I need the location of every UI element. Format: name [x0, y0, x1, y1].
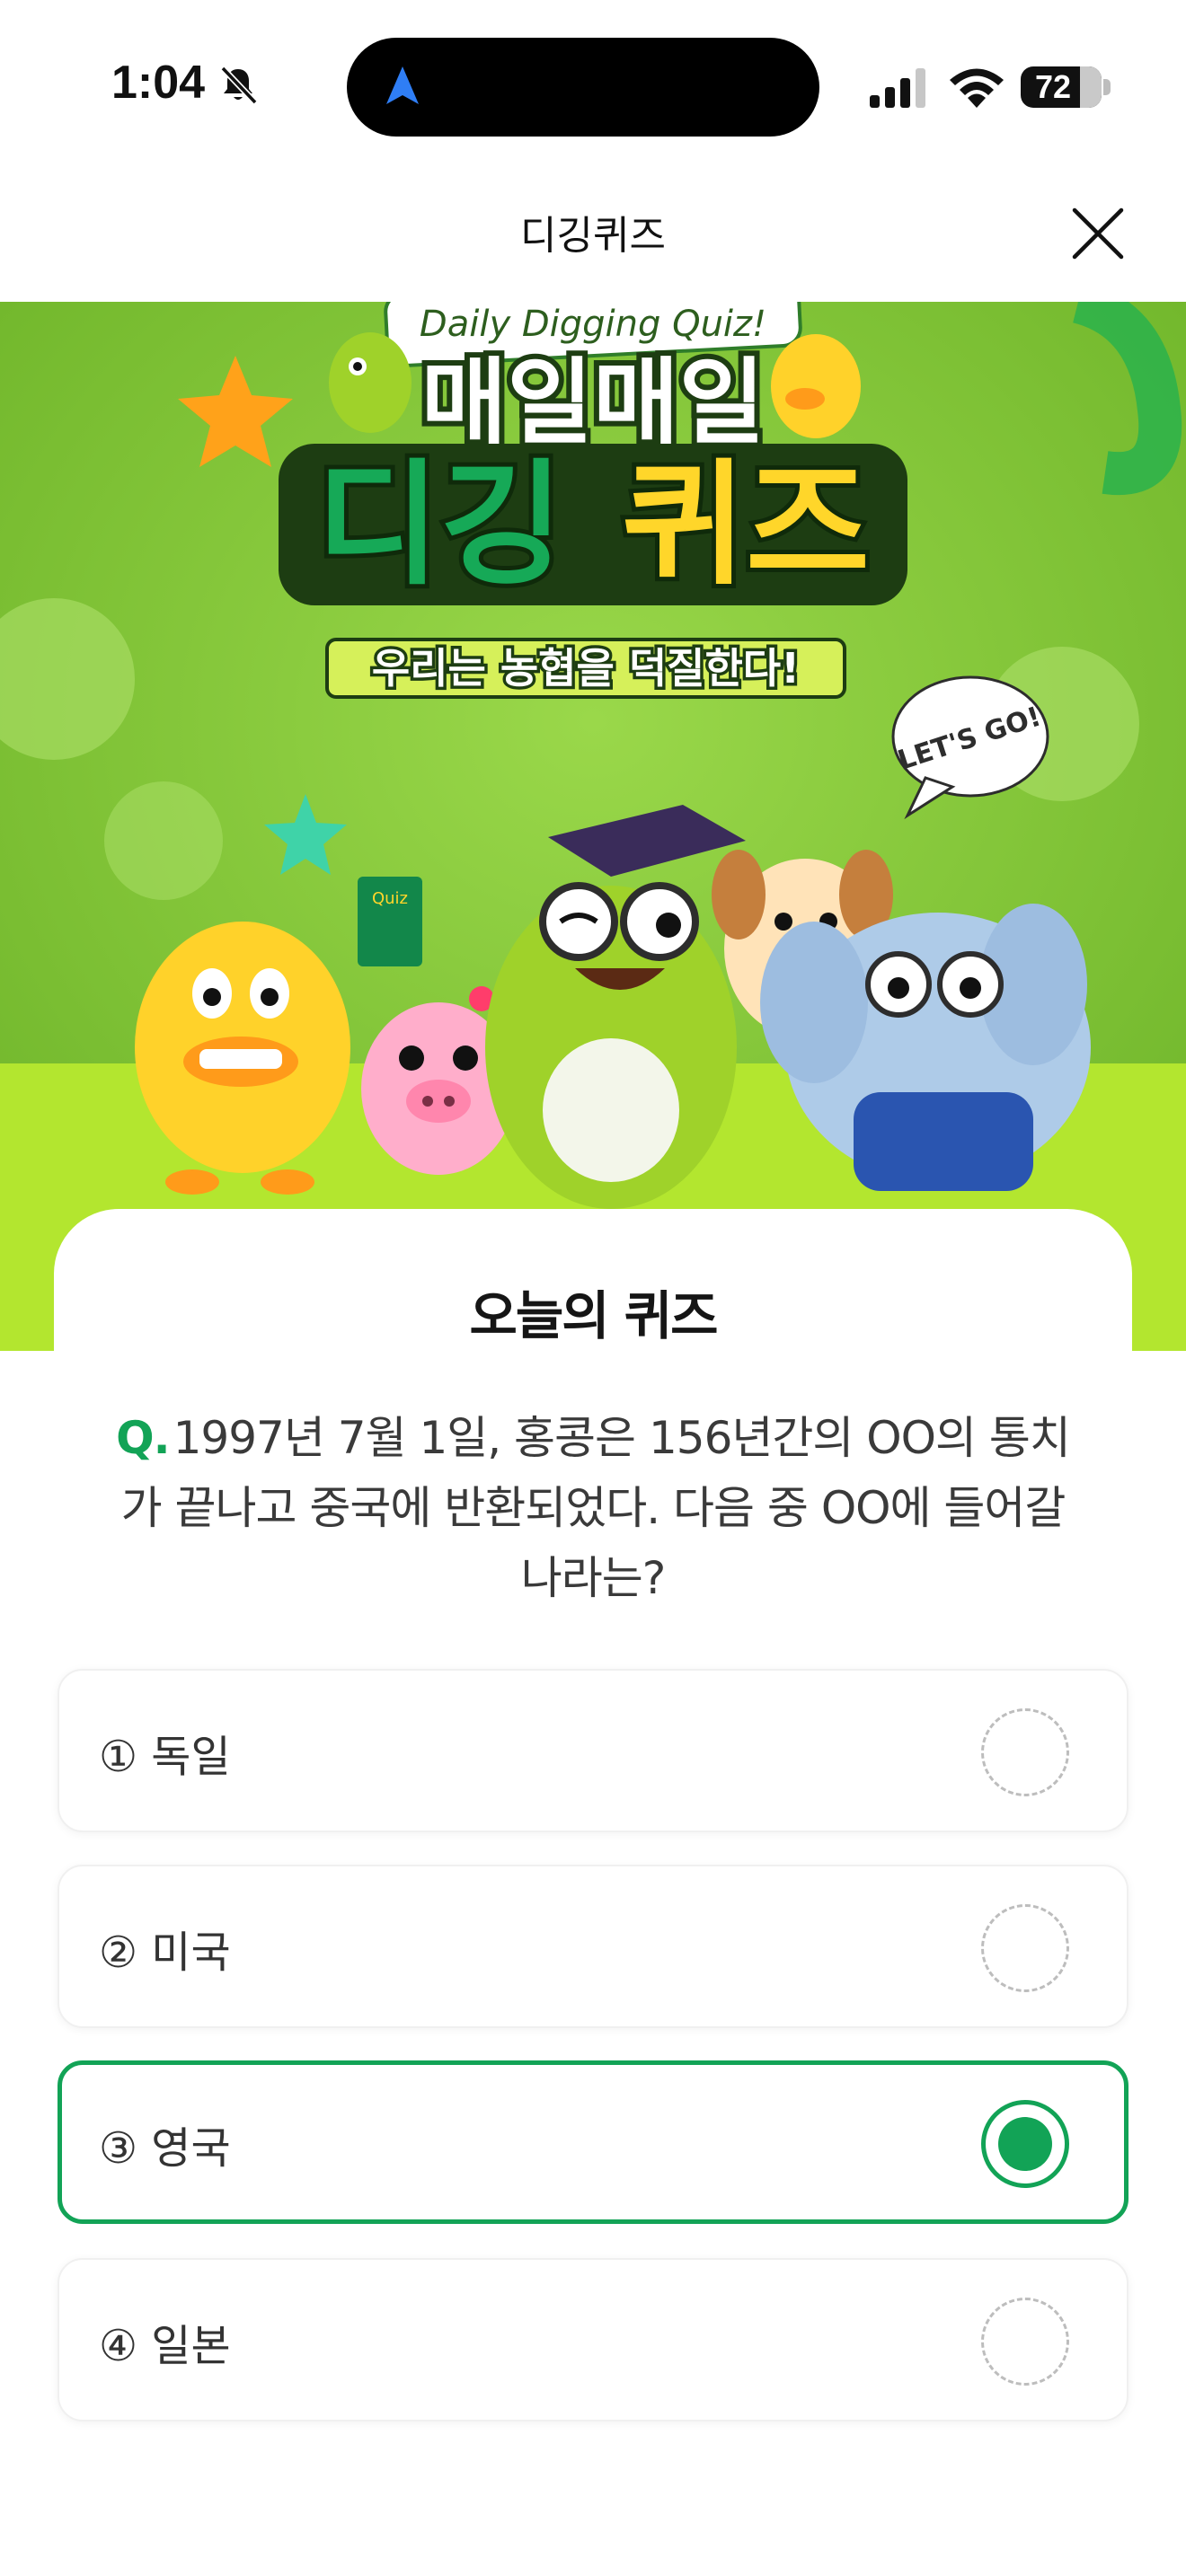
quiz-book: Quiz [358, 877, 422, 966]
answer-option-3[interactable]: ③ 영국 [58, 2060, 1128, 2224]
answer-option-4[interactable]: ④ 일본 [58, 2258, 1128, 2422]
quiz-question: Q.1997년 7월 1일, 홍콩은 156년간의 OO의 통치가 끝나고 중국… [108, 1403, 1078, 1613]
question-prefix: Q. [116, 1412, 170, 1464]
status-time: 1:04 [111, 57, 206, 109]
battery-icon: 72 [1021, 66, 1102, 108]
quiz-heading: 오늘의 퀴즈 [464, 1274, 722, 1349]
banner-tagline: 우리는 농협을 덕질한다! [372, 644, 800, 693]
radio-unchecked-icon[interactable] [981, 1904, 1069, 1992]
answer-option-2[interactable]: ② 미국 [58, 1865, 1128, 2028]
answer-option-label: ① 독일 [99, 1732, 231, 1782]
answer-option-1[interactable]: ① 독일 [58, 1669, 1128, 1832]
banner-title-quiz: 퀴즈 [622, 447, 870, 604]
battery-nub [1103, 79, 1111, 95]
radio-checked-icon[interactable] [981, 2100, 1069, 2188]
cellular-signal-icon [870, 68, 925, 108]
bell-muted-icon [220, 66, 258, 105]
quiz-banner: Daily Digging Quiz! 매일매일 디깅 퀴즈 우리는 농협을 덕… [0, 302, 1186, 1351]
radio-unchecked-icon[interactable] [981, 2298, 1069, 2386]
answer-option-label: ② 미국 [99, 1928, 231, 1978]
battery-level: 72 [1034, 68, 1072, 105]
yellow-duck-small [771, 334, 861, 438]
radio-dot [998, 2117, 1052, 2171]
book-label: Quiz [372, 889, 408, 908]
banner-illustration: Daily Digging Quiz! 매일매일 디깅 퀴즈 우리는 농협을 덕… [0, 302, 1186, 1351]
quiz-heading-wrap: 오늘의 퀴즈 [0, 1274, 1186, 1349]
wifi-icon [950, 68, 1004, 108]
radio-unchecked-icon[interactable] [981, 1708, 1069, 1796]
answer-option-label: ③ 영국 [99, 2123, 231, 2174]
dynamic-island [347, 38, 819, 137]
balloon-left-small [104, 781, 223, 900]
answer-option-label: ④ 일본 [99, 2321, 231, 2371]
status-bar: 1:04 72 [0, 0, 1186, 171]
banner-ribbon-text: Daily Digging Quiz! [420, 304, 766, 345]
banner-title-digging: 디깅 [316, 447, 564, 604]
close-icon[interactable] [1066, 201, 1130, 266]
page-title: 디깅퀴즈 [520, 213, 666, 259]
navigation-arrow-icon [386, 66, 419, 104]
banner-title-line1: 매일매일 [421, 348, 766, 457]
question-text: 1997년 7월 1일, 홍콩은 156년간의 OO의 통치가 끝나고 중국에 … [120, 1412, 1071, 1604]
green-monster-small [329, 332, 412, 433]
page-header: 디깅퀴즈 [0, 176, 1186, 302]
quiz-heading-text: 오늘의 퀴즈 [469, 1285, 719, 1346]
